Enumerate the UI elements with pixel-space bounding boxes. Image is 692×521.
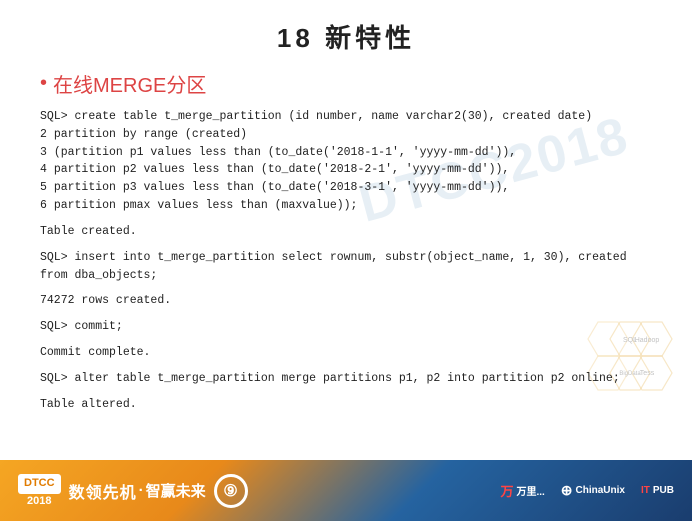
itpub-it: IT: [641, 485, 650, 496]
gear-circle: ⑨: [214, 474, 248, 508]
dtcc-badge: DTCC: [18, 474, 61, 493]
bottom-bar: DTCC 2018 数领先机 · 智赢未来 ⑨ 万 万里... ⊕ ChinaU…: [0, 460, 692, 521]
merge-keyword: merge: [282, 372, 317, 385]
sponsor-wanli: 万 万里...: [500, 481, 544, 500]
code-line-5: 5 partition p3 values less than (to_date…: [40, 179, 652, 197]
main-content: DTCC2018 18 新特性 • 在线MERGE分区 SQL> create …: [0, 0, 692, 460]
section-heading: • 在线MERGE分区: [40, 69, 652, 98]
itpub-pub: PUB: [653, 485, 674, 496]
section-heading-text: 在线MERGE分区: [53, 69, 206, 98]
dtcc-slogan-sub: 智赢未来: [146, 480, 206, 501]
sponsor-chinaunix: ⊕ ChinaUnix: [561, 482, 625, 499]
commit-sql: SQL> commit;: [40, 318, 652, 336]
dtcc-slogan-divider: ·: [139, 482, 144, 499]
code-line-2: 2 partition by range (created): [40, 126, 652, 144]
sponsor-itpub: IT PUB: [641, 485, 674, 496]
dtcc-slogan: 数领先机: [69, 479, 137, 503]
bottom-right-section: 万 万里... ⊕ ChinaUnix IT PUB: [500, 481, 674, 500]
code-line-4: 4 partition p2 values less than (to_date…: [40, 161, 652, 179]
code-line-1: SQL> create table t_merge_partition (id …: [40, 108, 652, 126]
create-table-code: SQL> create table t_merge_partition (id …: [40, 108, 652, 215]
table-created-result: Table created.: [40, 223, 652, 241]
online-keyword: online: [571, 372, 612, 385]
gear-number: ⑨: [223, 481, 237, 501]
wanli-label: 万里...: [516, 483, 544, 498]
page-title: 18 新特性: [40, 18, 652, 55]
bottom-left-section: DTCC 2018 数领先机 · 智赢未来 ⑨: [18, 474, 248, 508]
wanli-icon: 万: [500, 481, 513, 500]
dtcc-year: 2018: [27, 495, 51, 507]
chinaunix-icon: ⊕: [561, 482, 573, 499]
commit-complete-result: Commit complete.: [40, 344, 652, 362]
insert-sql: SQL> insert into t_merge_partition selec…: [40, 249, 652, 285]
table-altered-result: Table altered.: [40, 396, 652, 414]
code-line-3: 3 (partition p1 values less than (to_dat…: [40, 144, 652, 162]
bullet-icon: •: [40, 72, 47, 95]
rows-created-result: 74272 rows created.: [40, 292, 652, 310]
chinaunix-label: ChinaUnix: [576, 485, 625, 496]
alter-table-sql: SQL> alter table t_merge_partition merge…: [40, 370, 652, 388]
code-line-6: 6 partition pmax values less than (maxva…: [40, 197, 652, 215]
